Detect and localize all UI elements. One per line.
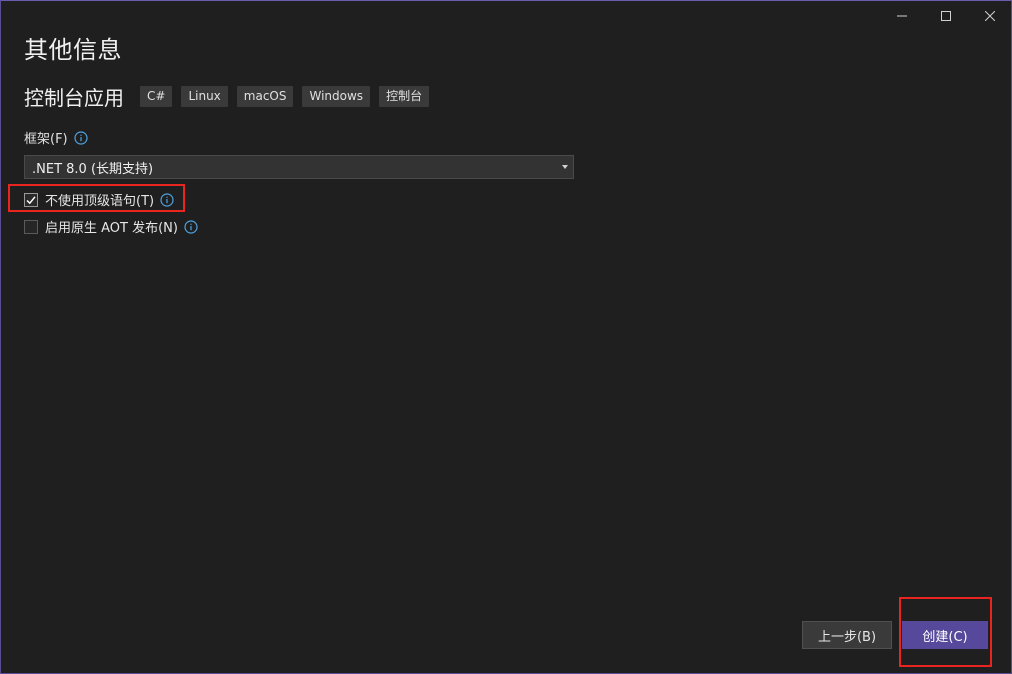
info-icon[interactable] xyxy=(74,130,88,145)
tag-csharp: C# xyxy=(140,86,173,107)
top-level-statements-label: 不使用顶级语句(T) xyxy=(45,194,155,209)
tag-console: 控制台 xyxy=(379,86,430,107)
chevron-down-icon xyxy=(562,165,568,169)
maximize-button[interactable] xyxy=(924,4,968,28)
native-aot-label: 启用原生 AOT 发布(N) xyxy=(45,221,178,236)
maximize-icon xyxy=(941,11,951,21)
window-controls xyxy=(880,4,1012,28)
back-button[interactable]: 上一步(B) xyxy=(802,621,892,649)
info-icon[interactable] xyxy=(160,192,174,207)
top-level-statements-option[interactable]: 不使用顶级语句(T) xyxy=(24,190,174,209)
native-aot-checkbox[interactable] xyxy=(24,219,38,234)
native-aot-option[interactable]: 启用原生 AOT 发布(N) xyxy=(24,217,198,236)
close-button[interactable] xyxy=(968,4,1012,28)
create-button[interactable]: 创建(C) xyxy=(902,621,988,649)
tag-linux: Linux xyxy=(181,86,228,107)
minimize-icon xyxy=(897,15,907,17)
page-title: 其他信息 xyxy=(24,36,122,64)
template-header: 控制台应用 C# Linux macOS Windows 控制台 xyxy=(24,82,438,111)
minimize-button[interactable] xyxy=(880,4,924,28)
tag-windows: Windows xyxy=(302,86,371,107)
tag-macos: macOS xyxy=(236,86,294,107)
framework-select[interactable]: .NET 8.0 (长期支持) xyxy=(24,155,574,179)
framework-label: 框架(F) xyxy=(24,132,68,147)
close-icon xyxy=(985,11,995,21)
top-level-statements-checkbox[interactable] xyxy=(24,192,38,207)
template-name: 控制台应用 xyxy=(24,86,124,110)
framework-label-row: 框架(F) xyxy=(24,128,88,147)
checkmark-icon xyxy=(26,195,36,204)
info-icon[interactable] xyxy=(184,219,198,234)
framework-selected-value: .NET 8.0 (长期支持) xyxy=(32,161,154,177)
